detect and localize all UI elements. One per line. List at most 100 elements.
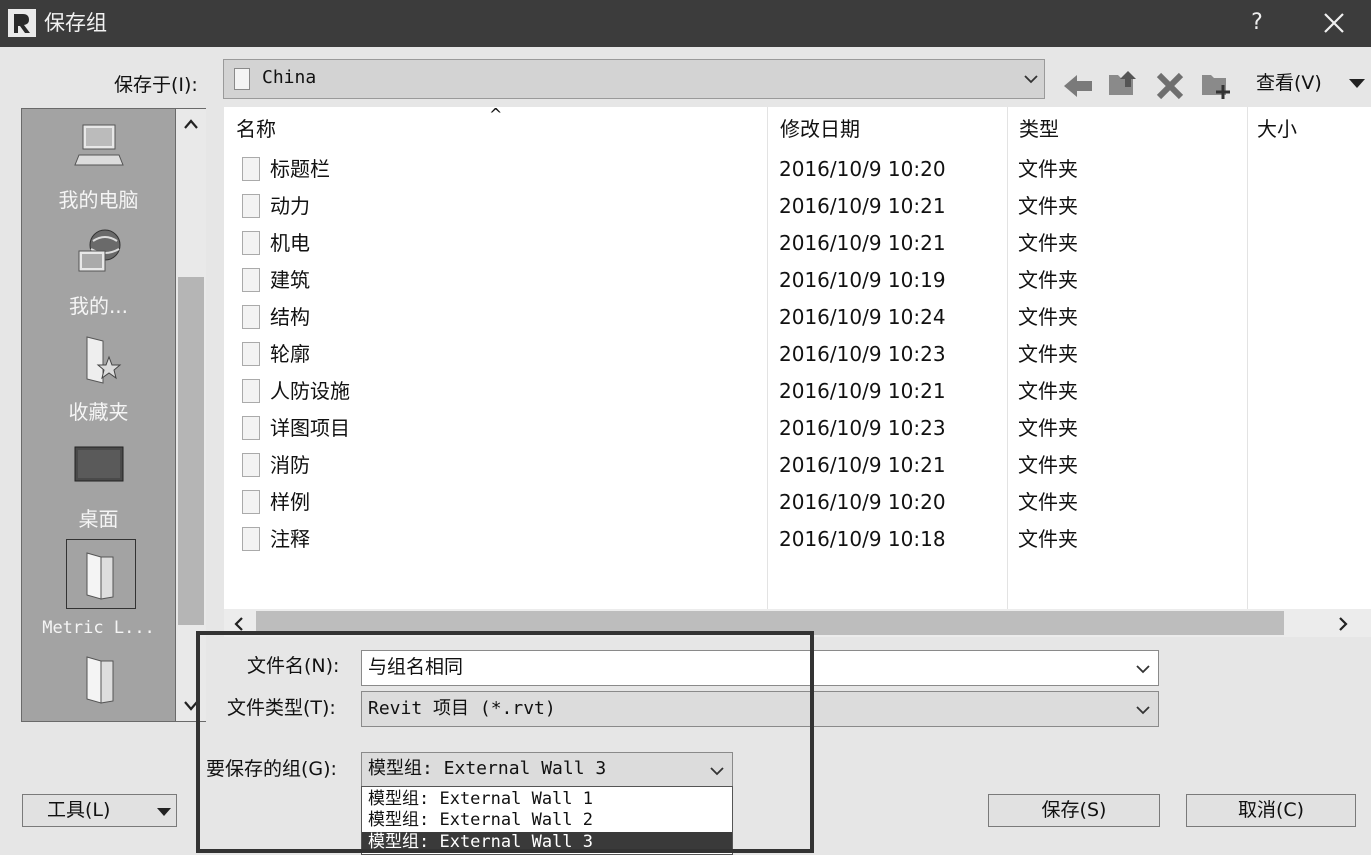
close-button[interactable] bbox=[1312, 4, 1356, 44]
table-row[interactable]: 动力 2016/10/9 10:21 文件夹 bbox=[224, 188, 1371, 225]
folder-icon bbox=[242, 342, 260, 366]
places-scrollbar[interactable] bbox=[176, 108, 206, 722]
file-name: 标题栏 bbox=[270, 157, 330, 181]
caret-down-icon bbox=[157, 808, 171, 816]
desktop-monitor-icon bbox=[74, 446, 123, 482]
folder-icon bbox=[242, 157, 260, 181]
file-date: 2016/10/9 10:19 bbox=[779, 268, 946, 292]
column-header-size[interactable]: 大小 bbox=[1257, 115, 1297, 143]
up-folder-icon[interactable] bbox=[1106, 67, 1140, 101]
save-in-value: China bbox=[262, 67, 317, 88]
save-in-label: 保存于(I): bbox=[114, 74, 198, 96]
file-name: 注释 bbox=[270, 527, 310, 551]
folder-icon bbox=[242, 305, 260, 329]
table-row[interactable]: 消防 2016/10/9 10:21 文件夹 bbox=[224, 447, 1371, 484]
chevron-down-icon bbox=[1136, 665, 1150, 674]
file-type: 文件夹 bbox=[1018, 305, 1078, 329]
file-name: 机电 bbox=[270, 231, 310, 255]
file-date: 2016/10/9 10:23 bbox=[779, 342, 946, 366]
places-item-favorites[interactable] bbox=[22, 333, 175, 393]
folder-icon bbox=[242, 527, 260, 551]
network-globe-icon bbox=[78, 229, 120, 272]
favorites-star-folder-icon bbox=[86, 336, 121, 384]
title-bar bbox=[0, 0, 1371, 47]
table-row[interactable]: 注释 2016/10/9 10:18 文件夹 bbox=[224, 521, 1371, 558]
places-label: 我的电脑 bbox=[58, 188, 139, 212]
file-type: 文件夹 bbox=[1018, 527, 1078, 551]
places-label: 收藏夹 bbox=[68, 400, 129, 424]
table-row[interactable]: 轮廓 2016/10/9 10:23 文件夹 bbox=[224, 336, 1371, 373]
help-button[interactable]: ? bbox=[1242, 8, 1272, 38]
chevron-up-icon bbox=[184, 119, 198, 129]
file-name: 结构 bbox=[270, 305, 310, 329]
computer-icon bbox=[73, 124, 124, 166]
chevron-down-icon bbox=[1024, 75, 1038, 84]
file-type: 文件夹 bbox=[1018, 379, 1078, 403]
chevron-right-icon bbox=[1339, 617, 1348, 631]
table-row[interactable]: 建筑 2016/10/9 10:19 文件夹 bbox=[224, 262, 1371, 299]
folder-icon bbox=[242, 416, 260, 440]
table-row[interactable]: 人防设施 2016/10/9 10:21 文件夹 bbox=[224, 373, 1371, 410]
places-item-metric-library[interactable] bbox=[22, 539, 175, 609]
file-list: 名称 ^ 修改日期 类型 大小 标题栏 2016/10/9 10:20 文件夹 动力… bbox=[224, 105, 1371, 609]
new-folder-icon[interactable] bbox=[1199, 67, 1233, 101]
file-name: 动力 bbox=[270, 194, 310, 218]
folder-icon bbox=[242, 268, 260, 292]
places-item-my-computer[interactable] bbox=[22, 121, 175, 177]
file-type: 文件夹 bbox=[1018, 268, 1078, 292]
file-name: 人防设施 bbox=[270, 379, 350, 403]
file-name: 轮廓 bbox=[270, 342, 310, 366]
file-date: 2016/10/9 10:20 bbox=[779, 157, 946, 181]
save-button[interactable]: 保存(S) bbox=[988, 794, 1160, 827]
file-type: 文件夹 bbox=[1018, 157, 1078, 181]
chevron-left-icon bbox=[234, 617, 243, 631]
places-label: 我的... bbox=[68, 294, 129, 318]
cancel-button[interactable]: 取消(C) bbox=[1186, 794, 1356, 827]
places-scroll-thumb[interactable] bbox=[178, 277, 204, 625]
sort-ascending-icon: ^ bbox=[489, 105, 503, 124]
highlight-frame bbox=[196, 631, 814, 853]
table-row[interactable]: 详图项目 2016/10/9 10:23 文件夹 bbox=[224, 410, 1371, 447]
file-date: 2016/10/9 10:21 bbox=[779, 453, 946, 477]
folder-icon bbox=[86, 552, 113, 600]
table-row[interactable]: 结构 2016/10/9 10:24 文件夹 bbox=[224, 299, 1371, 336]
places-label: 桌面 bbox=[78, 507, 119, 531]
file-type: 文件夹 bbox=[1018, 490, 1078, 514]
window-title: 保存组 bbox=[44, 11, 107, 35]
revit-app-icon bbox=[8, 9, 36, 37]
file-type: 文件夹 bbox=[1018, 416, 1078, 440]
tools-button-label: 工具(L) bbox=[47, 799, 111, 821]
file-name: 详图项目 bbox=[270, 416, 350, 440]
column-header-name[interactable]: 名称 bbox=[236, 115, 276, 143]
file-date: 2016/10/9 10:24 bbox=[779, 305, 946, 329]
view-dropdown-arrow-icon[interactable] bbox=[1349, 79, 1365, 88]
file-name: 建筑 bbox=[270, 268, 310, 292]
places-bar: 我的电脑 我的... 收藏夹 桌面 Metric L... bbox=[21, 108, 176, 722]
table-row[interactable]: 标题栏 2016/10/9 10:20 文件夹 bbox=[224, 151, 1371, 188]
file-type: 文件夹 bbox=[1018, 194, 1078, 218]
column-header-type[interactable]: 类型 bbox=[1019, 115, 1059, 143]
places-label: Metric L... bbox=[42, 618, 155, 638]
file-type: 文件夹 bbox=[1018, 231, 1078, 255]
places-item-desktop[interactable] bbox=[22, 443, 175, 491]
places-item-network[interactable] bbox=[22, 227, 175, 285]
tools-button[interactable]: 工具(L) bbox=[22, 794, 177, 827]
file-date: 2016/10/9 10:21 bbox=[779, 231, 946, 255]
back-arrow-icon[interactable] bbox=[1061, 69, 1095, 103]
folder-icon bbox=[242, 453, 260, 477]
file-date: 2016/10/9 10:18 bbox=[779, 527, 946, 551]
folder-icon bbox=[242, 194, 260, 218]
places-item-folder[interactable] bbox=[22, 649, 175, 711]
view-menu-button[interactable]: 查看(V) bbox=[1256, 69, 1322, 97]
file-type: 文件夹 bbox=[1018, 453, 1078, 477]
table-row[interactable]: 机电 2016/10/9 10:21 文件夹 bbox=[224, 225, 1371, 262]
column-header-date[interactable]: 修改日期 bbox=[780, 115, 860, 143]
folder-icon bbox=[86, 656, 113, 704]
table-row[interactable]: 样例 2016/10/9 10:20 文件夹 bbox=[224, 484, 1371, 521]
delete-x-icon[interactable] bbox=[1153, 69, 1187, 103]
file-date: 2016/10/9 10:23 bbox=[779, 416, 946, 440]
file-date: 2016/10/9 10:21 bbox=[779, 194, 946, 218]
chevron-down-icon bbox=[1136, 706, 1150, 715]
folder-icon bbox=[242, 231, 260, 255]
save-in-combobox[interactable]: China bbox=[223, 59, 1045, 99]
